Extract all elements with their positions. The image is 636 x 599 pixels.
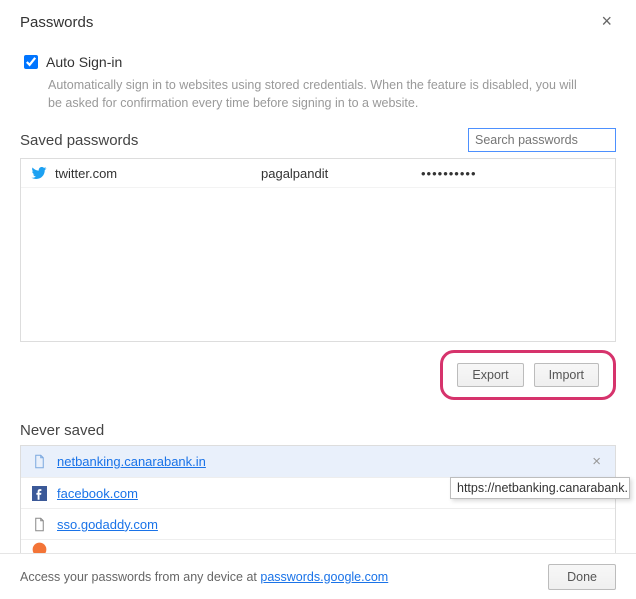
never-saved-row[interactable]: sso.godaddy.com	[21, 509, 615, 540]
saved-password-masked: ••••••••••	[421, 166, 477, 181]
auto-signin-description: Automatically sign in to websites using …	[20, 70, 580, 112]
footer-prefix: Access your passwords from any device at	[20, 570, 260, 584]
export-button[interactable]: Export	[457, 363, 523, 387]
facebook-icon	[31, 485, 47, 501]
remove-never-saved-button[interactable]: ×	[588, 453, 605, 470]
footer-text: Access your passwords from any device at…	[20, 570, 388, 584]
done-button[interactable]: Done	[548, 564, 616, 590]
dialog-title: Passwords	[20, 14, 93, 31]
never-saved-heading: Never saved	[20, 422, 616, 439]
close-button[interactable]: ×	[597, 14, 616, 28]
auto-signin-label: Auto Sign-in	[46, 54, 122, 70]
footer-link[interactable]: passwords.google.com	[260, 570, 388, 584]
dialog-header: Passwords ×	[0, 0, 636, 41]
search-input[interactable]	[468, 128, 616, 152]
auto-signin-row[interactable]: Auto Sign-in	[20, 54, 616, 70]
saved-passwords-heading: Saved passwords	[20, 132, 138, 149]
passwords-dialog: Passwords × Auto Sign-in Automatically s…	[0, 0, 636, 599]
export-import-highlight: Export Import	[440, 350, 616, 400]
goibibo-icon	[31, 542, 47, 553]
page-icon	[31, 454, 47, 470]
saved-password-username: pagalpandit	[261, 166, 421, 181]
auto-signin-checkbox[interactable]	[24, 55, 38, 69]
never-saved-list: netbanking.canarabank.in × facebook.com	[20, 445, 616, 553]
saved-passwords-list: twitter.com pagalpandit ••••••••••	[20, 158, 616, 342]
import-button[interactable]: Import	[534, 363, 599, 387]
never-saved-row[interactable]: goibibo.com	[21, 540, 615, 553]
never-saved-link[interactable]: netbanking.canarabank.in	[57, 454, 206, 469]
never-saved-header: Never saved	[20, 422, 616, 439]
saved-passwords-header: Saved passwords	[20, 128, 616, 152]
auto-signin-section: Auto Sign-in Automatically sign in to we…	[20, 54, 616, 112]
saved-password-site-label: twitter.com	[55, 166, 117, 181]
never-saved-row[interactable]: netbanking.canarabank.in ×	[21, 446, 615, 478]
page-icon	[31, 516, 47, 532]
dialog-footer: Access your passwords from any device at…	[0, 553, 636, 599]
saved-password-site: twitter.com	[31, 165, 261, 181]
never-saved-link[interactable]: sso.godaddy.com	[57, 517, 158, 532]
hover-tooltip: https://netbanking.canarabank.	[450, 477, 630, 499]
saved-password-row[interactable]: twitter.com pagalpandit ••••••••••	[21, 159, 615, 188]
twitter-icon	[31, 165, 47, 181]
never-saved-link[interactable]: facebook.com	[57, 486, 138, 501]
